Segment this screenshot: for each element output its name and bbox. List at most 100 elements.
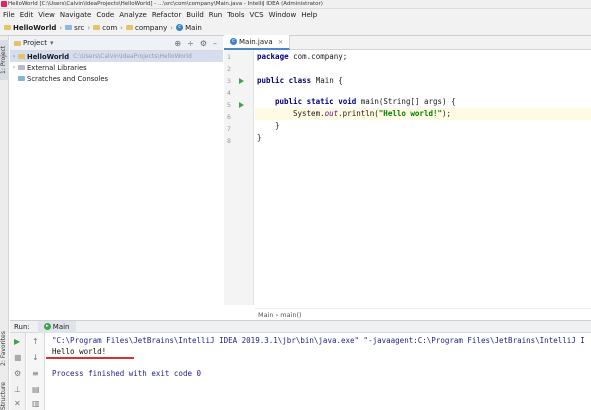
nav-crumb-main[interactable]: c Main (176, 24, 202, 32)
nav-crumb-company[interactable]: company (125, 24, 167, 32)
tree-item-label: HelloWorld (27, 52, 70, 61)
code-editor[interactable]: package com.company; public class Main {… (255, 50, 591, 305)
menu-file[interactable]: File (3, 11, 15, 19)
expand-arrow-icon[interactable]: › (10, 64, 18, 71)
console-toolbar: ↑ ↓ ≡ ▤ ▥ (27, 333, 45, 410)
editor-tab-label: Main.java (239, 37, 273, 46)
menu-build[interactable]: Build (186, 11, 204, 19)
editor-tab-main[interactable]: c Main.java × (224, 35, 291, 50)
menu-refactor[interactable]: Refactor (152, 11, 181, 19)
left-bottom-strip: 2: Favorites Structure (0, 320, 9, 410)
console-line: "C:\Program Files\JetBrains\IntelliJ IDE… (52, 336, 585, 345)
navigation-bar: HelloWorld › src › com › company › c Main (0, 20, 591, 36)
run-tab-main[interactable]: ▸ Main (37, 320, 76, 333)
window-title-bar: HelloWorld [C:\Users\Calvin\IdeaProjects… (0, 0, 591, 9)
menu-edit[interactable]: Edit (20, 11, 34, 19)
menu-help[interactable]: Help (301, 11, 317, 19)
nav-crumb-src[interactable]: src (65, 24, 84, 32)
rerun-icon[interactable]: ▶ (14, 337, 20, 346)
editor-tabs: c Main.java × (224, 35, 591, 50)
run-toolbar: ▶ ■ ⚙ ⊥ ✕ (10, 333, 26, 410)
line-number: 3 (227, 77, 231, 85)
run-label: Run: (14, 322, 30, 331)
project-panel-header: Project ▾ ⊕ ÷ ⚙ – (10, 36, 223, 51)
soft-wrap-icon[interactable]: ≡ (32, 369, 39, 378)
library-icon (18, 65, 25, 70)
module-folder-icon (18, 54, 25, 59)
tree-item-helloworld[interactable]: › HelloWorld C:\Users\Calvin\IdeaProject… (10, 51, 223, 62)
menu-tools[interactable]: Tools (227, 11, 244, 19)
package-icon (93, 25, 101, 30)
source-folder-icon (65, 25, 73, 30)
line-number: 5 (227, 101, 231, 109)
structure-tool-tab[interactable]: Structure (0, 382, 9, 410)
menu-code[interactable]: Code (96, 11, 114, 19)
code-line: package com.company; (257, 52, 348, 61)
expand-arrow-icon[interactable]: › (10, 53, 18, 60)
project-tree: › HelloWorld C:\Users\Calvin\IdeaProject… (10, 51, 223, 320)
class-icon: c (230, 38, 237, 45)
red-underline-annotation (46, 357, 134, 359)
menu-vcs[interactable]: VCS (249, 11, 263, 19)
gear-icon[interactable]: ⚙ (200, 39, 207, 48)
tree-item-external-libraries[interactable]: › External Libraries (10, 62, 223, 73)
left-tool-window-strip: 1: Project (0, 36, 9, 320)
close-run-icon[interactable]: ✕ (14, 399, 21, 408)
nav-separator-icon: › (87, 23, 91, 32)
project-view-selector[interactable]: Project (23, 39, 47, 47)
line-number: 2 (227, 65, 231, 73)
nav-separator-icon: › (170, 23, 174, 32)
tree-item-label: External Libraries (27, 63, 87, 72)
menu-analyze[interactable]: Analyze (119, 11, 147, 19)
menu-view[interactable]: View (38, 11, 55, 19)
favorites-tool-tab[interactable]: 2: Favorites (0, 326, 9, 372)
code-line: } (275, 121, 280, 130)
scroll-up-icon[interactable]: ↑ (32, 337, 39, 346)
console-line-output: Hello world! (52, 347, 107, 356)
scratches-icon (18, 76, 25, 81)
line-number: 8 (227, 137, 231, 145)
close-icon[interactable]: × (278, 38, 284, 46)
editor-gutter: 1 2 3 4 5 6 7 8 (224, 50, 254, 305)
scroll-down-icon[interactable]: ↓ (32, 353, 39, 362)
menu-navigate[interactable]: Navigate (60, 11, 91, 19)
folder-icon (4, 25, 11, 30)
run-method-gutter-icon[interactable] (239, 102, 244, 108)
console-output[interactable]: "C:\Program Files\JetBrains\IntelliJ IDE… (46, 333, 591, 410)
line-number: 7 (227, 125, 231, 133)
line-number: 6 (227, 113, 231, 121)
line-number: 4 (227, 89, 231, 97)
editor-breadcrumb[interactable]: Main › main() (255, 308, 591, 320)
print-icon[interactable]: ▤ (32, 385, 40, 394)
package-icon (125, 25, 133, 30)
nav-crumb-project[interactable]: HelloWorld (4, 24, 56, 32)
clear-all-icon[interactable]: ▥ (32, 399, 40, 408)
restore-layout-icon[interactable]: ⚙ (14, 369, 21, 378)
nav-separator-icon: › (120, 23, 123, 32)
menu-run[interactable]: Run (209, 11, 222, 19)
code-line: } (257, 133, 262, 142)
code-line: System.out.println("Hello world!"); (293, 109, 452, 118)
line-number: 1 (227, 53, 231, 61)
intellij-app-icon (1, 1, 7, 7)
class-icon: c (176, 24, 184, 31)
stop-icon[interactable]: ■ (14, 353, 22, 362)
nav-separator-icon: › (59, 23, 63, 32)
project-tool-tab[interactable]: 1: Project (0, 40, 9, 80)
nav-crumb-com[interactable]: com (93, 24, 117, 32)
project-icon (14, 40, 21, 46)
tree-item-label: Scratches and Consoles (27, 74, 109, 83)
hide-icon[interactable]: – (213, 39, 217, 48)
collapse-all-icon[interactable]: ÷ (187, 39, 194, 48)
code-line: public static void main(String[] args) { (275, 97, 456, 106)
menu-window[interactable]: Window (269, 11, 297, 19)
window-title: HelloWorld [C:\Users\Calvin\IdeaProjects… (8, 1, 323, 7)
run-config-icon: ▸ (43, 323, 51, 330)
run-panel-header: Run: ▸ Main (10, 320, 591, 333)
run-class-gutter-icon[interactable] (239, 78, 244, 84)
pin-icon[interactable]: ⊥ (14, 385, 21, 394)
locate-icon[interactable]: ⊕ (174, 39, 181, 48)
chevron-down-icon[interactable]: ▾ (50, 39, 54, 47)
menu-bar: File Edit View Navigate Code Analyze Ref… (0, 9, 591, 20)
tree-item-scratches[interactable]: Scratches and Consoles (10, 73, 223, 84)
